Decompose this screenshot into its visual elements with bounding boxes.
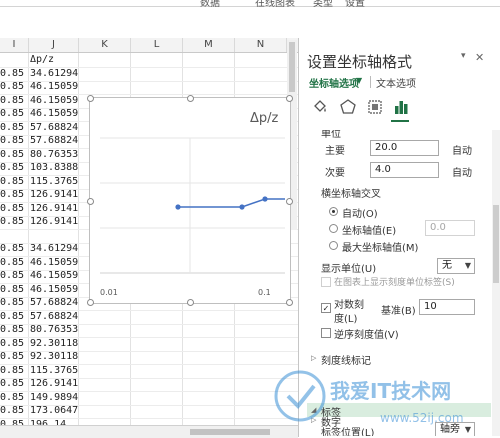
column-header-i[interactable]: I	[0, 38, 29, 52]
major-unit-label: 主要	[325, 146, 345, 157]
collapse-triangle-icon[interactable]: ◢	[311, 406, 316, 414]
log-scale-label-line2[interactable]: 度(L)	[334, 310, 357, 325]
log-base-label: 基准(B)	[381, 306, 416, 317]
resize-handle[interactable]	[187, 95, 194, 102]
table-row[interactable]: 0.85 196.14	[0, 417, 298, 426]
display-units-value: 无	[442, 260, 452, 271]
ribbon-tab-type[interactable]: 类型	[313, 0, 333, 9]
ribbon-tab-data[interactable]: 数据	[200, 0, 220, 9]
log-scale-label-line1[interactable]: 对数刻	[334, 296, 364, 311]
show-units-checkbox[interactable]	[321, 277, 331, 287]
data-point	[239, 204, 245, 210]
label-position-value: 轴旁	[440, 424, 460, 435]
units-section-label: 单位	[321, 130, 341, 140]
display-units-label: 显示单位(U)	[321, 264, 377, 275]
column-header-m[interactable]: M	[183, 38, 235, 52]
tab-text-options[interactable]: 文本选项	[376, 75, 416, 90]
pane-scroll-region[interactable]: 单位 主要 20.0 自动 次要 4.0 自动 横坐标轴交叉 自动(O) 坐标轴…	[307, 130, 491, 436]
column-header-n[interactable]: N	[235, 38, 287, 52]
ribbon-tab-online-chart[interactable]: 在线图表	[255, 0, 295, 9]
chevron-down-icon[interactable]: ▼	[356, 76, 362, 85]
crosses-max-radio[interactable]	[329, 241, 338, 250]
minor-unit-input[interactable]: 4.0	[370, 162, 439, 178]
resize-handle[interactable]	[286, 299, 293, 306]
resize-handle[interactable]	[286, 95, 293, 102]
size-properties-icon[interactable]	[366, 98, 384, 116]
data-point	[262, 196, 268, 202]
minor-unit-label: 次要	[325, 168, 345, 179]
reverse-order-label[interactable]: 逆序刻度值(V)	[334, 326, 399, 341]
cell-i[interactable]: 0.85	[0, 417, 26, 426]
fill-line-icon[interactable]	[311, 98, 329, 116]
column-header-row: I J K L M N	[0, 38, 298, 53]
x-tick-label: 0.1	[258, 288, 271, 297]
format-axis-pane: 设置坐标轴格式 ▾ ✕ 坐标轴选项 ▼ 文本选项 单位 主要 20.0 自动 次…	[298, 38, 500, 437]
crosses-max-label[interactable]: 最大坐标轴值(M)	[342, 239, 418, 254]
log-scale-checkbox[interactable]: ✓	[321, 303, 331, 313]
crosses-value-label[interactable]: 坐标轴值(E)	[342, 222, 396, 237]
axis-options-bar-icon[interactable]	[392, 98, 410, 116]
resize-handle[interactable]	[87, 198, 94, 205]
major-auto-button[interactable]: 自动	[452, 142, 472, 157]
tab-separator	[370, 76, 371, 88]
resize-handle[interactable]	[187, 299, 194, 306]
chevron-down-icon: ▼	[464, 261, 471, 270]
embedded-chart[interactable]: Δp/z 0.01 0.1	[87, 95, 293, 306]
log-base-input[interactable]: 10	[419, 299, 475, 315]
pane-title: 设置坐标轴格式	[307, 53, 413, 71]
effects-pentagon-icon[interactable]	[339, 98, 357, 116]
crosses-auto-radio[interactable]	[329, 207, 338, 216]
number-section-header[interactable]: 数字	[321, 414, 341, 429]
column-header-j[interactable]: J	[29, 38, 79, 52]
grid-horizontal-scrollbar[interactable]	[0, 425, 298, 438]
crosses-label: 横坐标轴交叉	[321, 189, 381, 200]
chart-plot-area	[100, 137, 285, 274]
pane-vertical-scrollbar[interactable]	[492, 130, 500, 436]
pane-options-caret-icon[interactable]: ▾	[461, 51, 466, 61]
show-units-label[interactable]: 在图表上显示刻度单位标签(S)	[334, 275, 455, 288]
column-header-l[interactable]: L	[131, 38, 183, 52]
ribbon-strip: 数据 在线图表 类型 设置	[0, 0, 500, 9]
tab-axis-options[interactable]: 坐标轴选项	[309, 75, 359, 90]
cell-j[interactable]: 196.14	[30, 417, 78, 426]
minor-auto-button[interactable]: 自动	[452, 164, 472, 179]
reverse-order-checkbox[interactable]	[321, 328, 331, 338]
expand-triangle-icon[interactable]: ▷	[311, 416, 316, 424]
resize-handle[interactable]	[87, 95, 94, 102]
resize-handle[interactable]	[87, 299, 94, 306]
chevron-down-icon: ▼	[464, 425, 471, 434]
x-tick-label: 0.01	[100, 288, 118, 297]
crosses-value-input[interactable]: 0.0	[425, 220, 475, 236]
resize-handle[interactable]	[286, 198, 293, 205]
column-header-k[interactable]: K	[79, 38, 131, 52]
major-unit-input[interactable]: 20.0	[370, 140, 439, 156]
ribbon-tab-settings[interactable]: 设置	[345, 0, 365, 9]
series-line	[178, 198, 285, 208]
close-icon[interactable]: ✕	[475, 51, 484, 64]
active-icon-indicator	[391, 120, 409, 122]
expand-triangle-icon[interactable]: ▷	[311, 354, 316, 362]
display-units-select[interactable]: 无 ▼	[437, 258, 475, 274]
tick-marks-section-header[interactable]: 刻度线标记	[321, 352, 371, 367]
chart-title[interactable]: Δp/z	[250, 111, 278, 126]
crosses-value-radio[interactable]	[329, 224, 338, 233]
crosses-auto-label[interactable]: 自动(O)	[342, 205, 378, 220]
label-position-select[interactable]: 轴旁 ▼	[435, 422, 475, 436]
data-point	[175, 204, 181, 210]
